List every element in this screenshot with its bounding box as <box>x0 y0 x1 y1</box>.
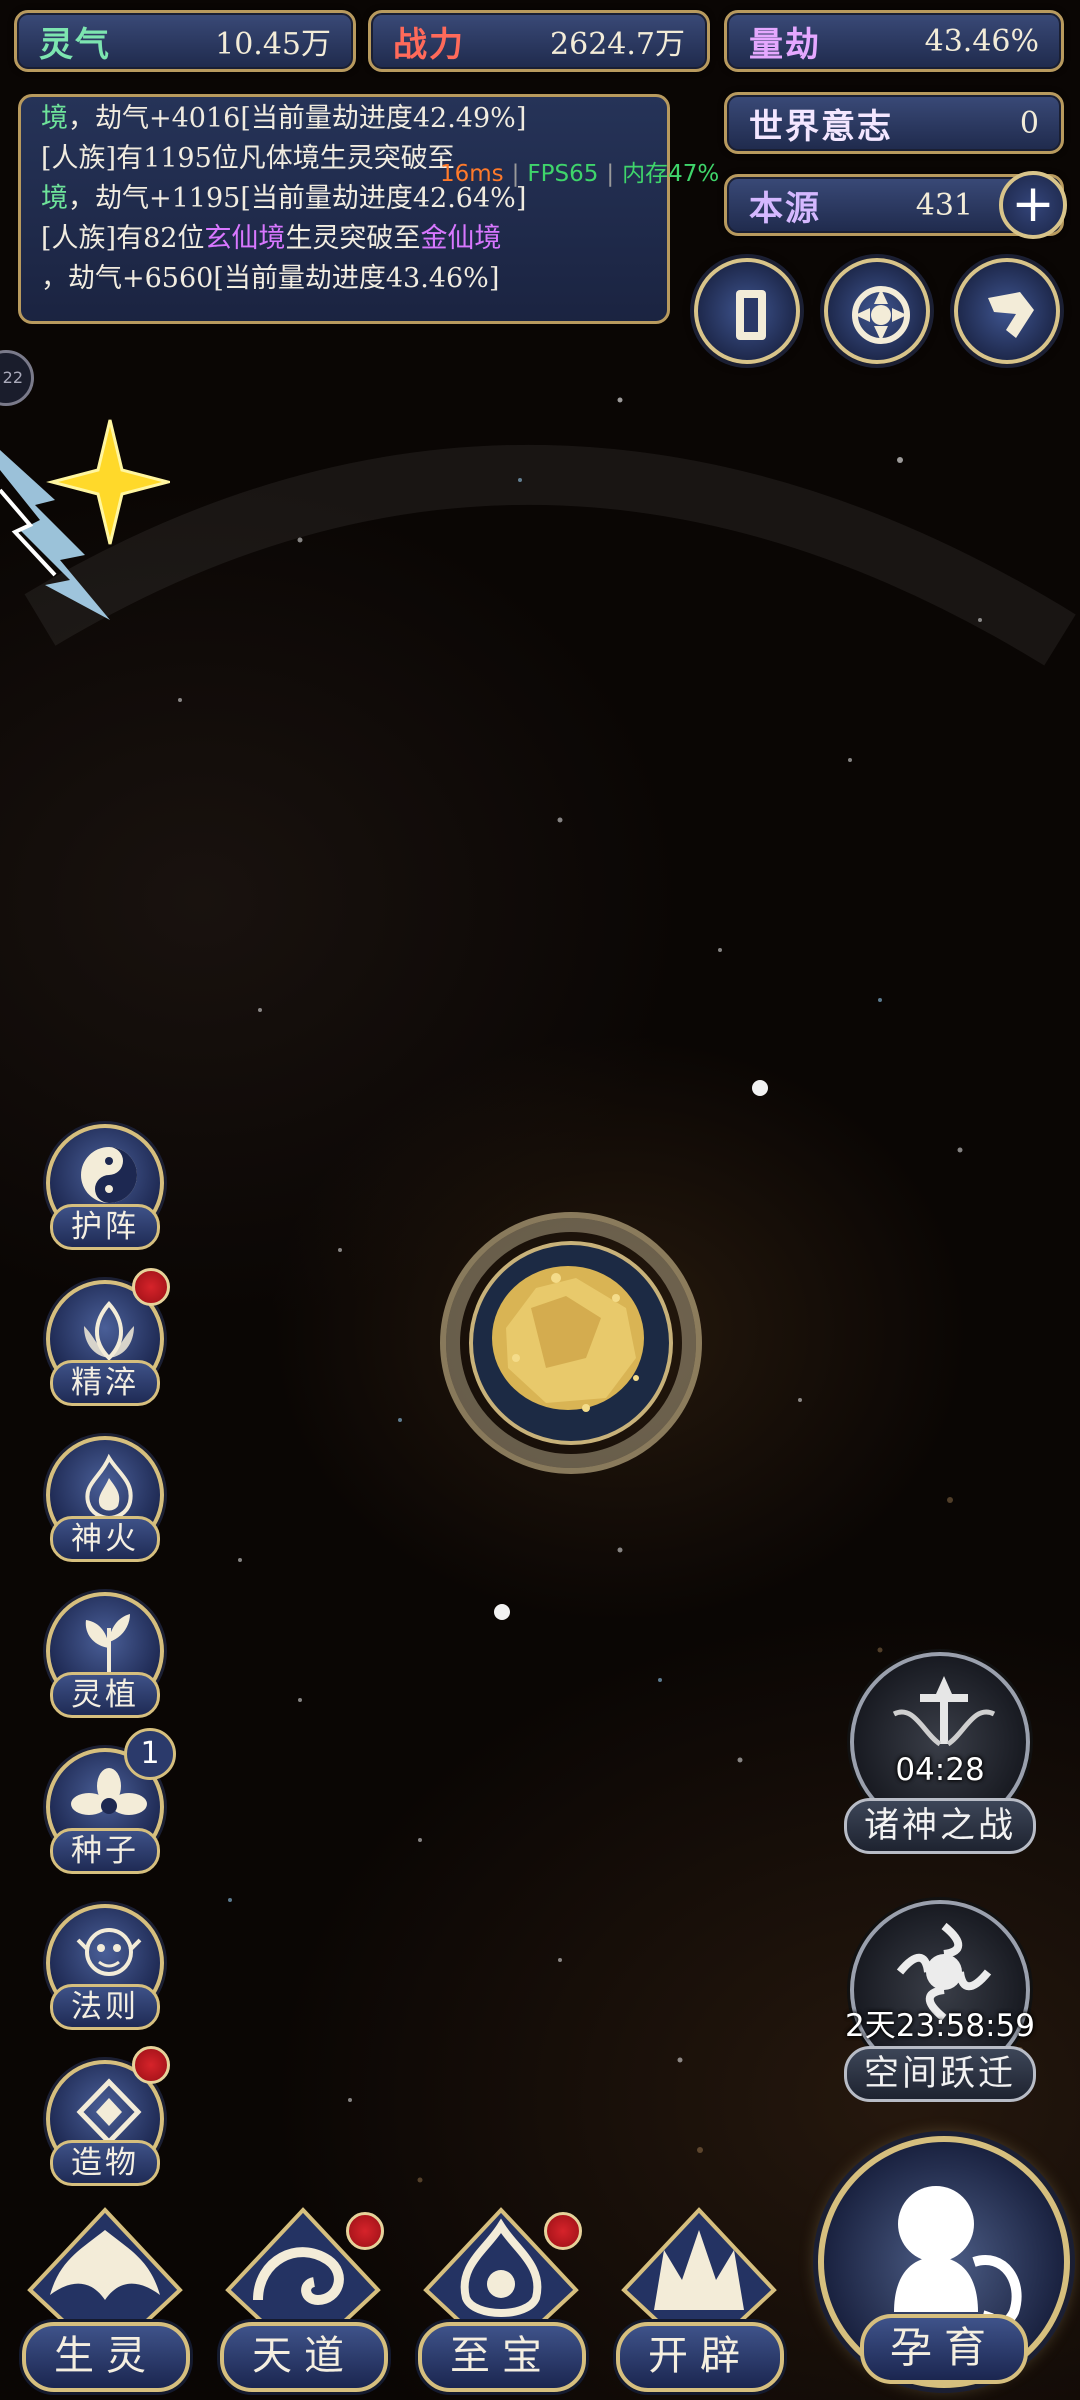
benyuan-value: 431 <box>915 187 973 223</box>
log-text: ，劫气+4016[当前量劫进度42.49%] <box>68 103 527 134</box>
world-orb[interactable] <box>436 1208 706 1478</box>
frame-time: 16ms <box>440 161 504 187</box>
log-line: [人族]有82位玄仙境生灵突破至金仙境 <box>41 219 647 259</box>
side-button-zhongzi[interactable]: 种子 1 <box>38 1728 176 1878</box>
side-button-shenhuo[interactable]: 神火 <box>38 1436 172 1566</box>
world-will-label: 世界意志 <box>749 106 893 147</box>
nav-shengling[interactable]: 生灵 <box>10 2200 200 2400</box>
warp-countdown: 2天23:58:59 <box>845 2008 1035 2044</box>
liangjie-label: 量劫 <box>749 24 821 65</box>
zhanli-value: 2624.7万 <box>550 27 685 62</box>
nav-label: 生灵 <box>22 2322 190 2392</box>
zhanli-label: 战力 <box>393 24 465 65</box>
space-warp-button[interactable]: 2天23:58:59 空间跃迁 <box>840 1900 1040 2102</box>
log-realm-text: 境 <box>41 103 68 134</box>
side-drawer-count: 22 <box>2 368 23 387</box>
zhanli-resource-bar[interactable]: 战力 2624.7万 <box>368 10 710 72</box>
side-button-faze[interactable]: 法则 <box>38 1904 172 2034</box>
cards-button[interactable] <box>694 258 800 364</box>
nav-label: 至宝 <box>418 2322 586 2392</box>
side-button-jingcui[interactable]: 精淬 <box>38 1268 172 1410</box>
plus-icon: + <box>1011 174 1055 234</box>
incubate-label: 孕育 <box>860 2314 1028 2384</box>
lingqi-resource-bar[interactable]: 灵气 10.45万 <box>14 10 356 72</box>
log-text: [人族]有1195位凡体境生灵突破至 <box>41 143 455 174</box>
nav-zhibao[interactable]: 至宝 <box>406 2200 596 2400</box>
battle-of-gods-label: 诸神之战 <box>844 1798 1036 1854</box>
log-text: [人族]有82位 <box>41 223 205 254</box>
log-line: ，劫气+6560[当前量劫进度43.46%] <box>41 259 647 299</box>
benyuan-label: 本源 <box>749 188 821 229</box>
notification-dot <box>132 2046 170 2084</box>
log-realm-text: 境 <box>41 183 68 214</box>
side-label: 法则 <box>50 1984 160 2030</box>
battle-countdown: 04:28 <box>895 1752 985 1788</box>
log-realm-text: 金仙境 <box>420 223 502 254</box>
performance-overlay: 16ms | FPS65 | 内存47% <box>440 161 720 187</box>
world-will-value: 0 <box>1019 105 1039 141</box>
side-label: 护阵 <box>50 1204 160 1250</box>
benyuan-resource-bar[interactable]: 本源 431 + <box>724 171 1067 239</box>
notification-dot <box>132 1268 170 1306</box>
lightning-effect <box>0 419 170 620</box>
liangjie-value: 43.46% <box>924 23 1039 59</box>
vortex-button[interactable] <box>824 258 930 364</box>
nav-tiandao[interactable]: 天道 <box>208 2200 398 2400</box>
card-icon <box>736 290 766 340</box>
side-button-zaowu[interactable]: 造物 <box>38 2046 172 2190</box>
space-warp-label: 空间跃迁 <box>844 2046 1036 2102</box>
notification-dot <box>544 2212 582 2250</box>
side-label: 精淬 <box>50 1360 160 1406</box>
side-button-huzhen[interactable]: 护阵 <box>38 1124 172 1254</box>
side-label: 种子 <box>50 1828 160 1874</box>
nav-label: 开辟 <box>616 2322 784 2392</box>
fps-readout: FPS65 <box>527 161 599 187</box>
nav-label: 天道 <box>220 2322 388 2392</box>
log-line: 境，劫气+4016[当前量劫进度42.49%] <box>41 99 647 139</box>
event-log-panel[interactable]: 境，劫气+4016[当前量劫进度42.49%] [人族]有1195位凡体境生灵突… <box>18 94 670 324</box>
seed-count-badge: 1 <box>124 1728 176 1780</box>
scroll-icon <box>988 292 1034 338</box>
side-label: 神火 <box>50 1516 160 1562</box>
add-benyuan-button[interactable]: + <box>999 171 1067 239</box>
battle-of-gods-button[interactable]: 04:28 诸神之战 <box>840 1652 1040 1854</box>
log-realm-text: 玄仙境 <box>204 223 286 254</box>
lingqi-label: 灵气 <box>39 24 111 65</box>
log-text: ，劫气+6560[当前量劫进度43.46%] <box>41 263 500 294</box>
log-text: 生灵突破至 <box>285 223 421 254</box>
notification-dot <box>346 2212 384 2250</box>
liangjie-resource-bar[interactable]: 量劫 43.46% <box>724 10 1064 72</box>
vortex-icon <box>852 286 910 344</box>
memory-readout: 内存47% <box>622 161 720 187</box>
scroll-button[interactable] <box>954 258 1060 364</box>
side-label: 造物 <box>50 2140 160 2186</box>
world-will-resource-bar[interactable]: 世界意志 0 <box>724 92 1064 154</box>
side-label: 灵植 <box>50 1672 160 1718</box>
incubate-button[interactable]: 孕育 <box>818 2136 1070 2398</box>
lingqi-value: 10.45万 <box>215 27 331 62</box>
side-button-lingzhi[interactable]: 灵植 <box>38 1592 172 1722</box>
nav-kaipi[interactable]: 开辟 <box>604 2200 794 2400</box>
